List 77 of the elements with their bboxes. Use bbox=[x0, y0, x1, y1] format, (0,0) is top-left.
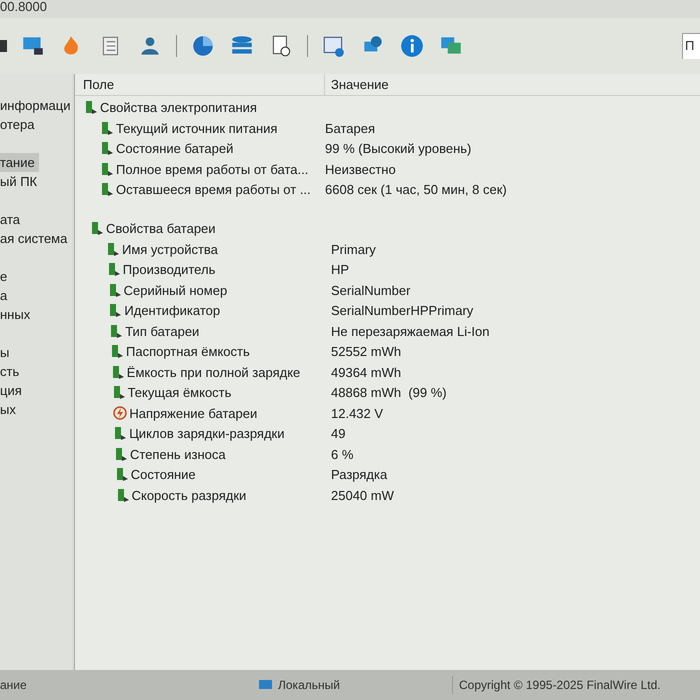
sidebar-item[interactable]: ата bbox=[0, 210, 24, 229]
field-name: Производитель bbox=[122, 261, 216, 279]
computer-icon bbox=[258, 678, 274, 692]
search-field[interactable]: П bbox=[682, 33, 700, 59]
sidebar-item[interactable]: сть bbox=[0, 362, 24, 381]
field-value: 6 % bbox=[330, 446, 354, 464]
sidebar-item[interactable]: ых bbox=[0, 400, 20, 419]
battery-icon bbox=[101, 141, 114, 156]
sidebar-item[interactable]: информаци bbox=[0, 96, 74, 115]
battery-icon bbox=[116, 488, 130, 503]
group-title: Свойства батареи bbox=[106, 220, 216, 238]
field-name: Ёмкость при полной зарядке bbox=[126, 364, 300, 382]
status-text: ание bbox=[0, 677, 28, 694]
field-name: Полное время работы от бата... bbox=[116, 160, 308, 179]
field-value: Батарея bbox=[324, 120, 376, 138]
field-value: Не перезаряжаемая Li-Ion bbox=[330, 322, 490, 341]
field-name: Скорость разрядки bbox=[132, 486, 246, 505]
field-name: Оставшееся время работы от ... bbox=[116, 181, 311, 199]
sidebar-item[interactable]: ы bbox=[0, 343, 14, 362]
battery-icon bbox=[101, 120, 114, 136]
field-value: 48868 mWh (99 %) bbox=[330, 384, 447, 402]
field-name: Серийный номер bbox=[124, 282, 228, 300]
field-name: Имя устройства bbox=[122, 240, 218, 259]
field-value: Разрядка bbox=[330, 466, 388, 484]
battery-icon bbox=[101, 162, 114, 177]
battery-icon bbox=[101, 182, 114, 198]
field-value: 52552 mWh bbox=[330, 343, 402, 361]
battery-icon bbox=[108, 282, 122, 298]
field-name: Идентификатор bbox=[124, 302, 220, 320]
lightning-icon bbox=[113, 406, 128, 420]
sidebar-item[interactable]: е bbox=[0, 267, 12, 286]
column-header[interactable]: Поле bbox=[75, 74, 325, 95]
copyright-text: Copyright © 1995-2025 FinalWire Ltd. bbox=[458, 677, 661, 694]
field-name: Паспортная ёмкость bbox=[126, 343, 250, 361]
field-value: Primary bbox=[330, 240, 376, 259]
field-name: Циклов зарядки-разрядки bbox=[129, 425, 284, 443]
battery-icon bbox=[110, 324, 124, 339]
field-name: Состояние батарей bbox=[116, 140, 234, 158]
field-value: 25040 mW bbox=[330, 486, 394, 504]
battery-icon bbox=[114, 426, 128, 442]
column-header[interactable]: Значение bbox=[325, 74, 389, 95]
field-value: 6608 сек (1 час, 50 мин, 8 сек) bbox=[324, 181, 507, 199]
field-name: Тип батареи bbox=[125, 322, 200, 341]
battery-icon bbox=[111, 344, 124, 360]
sidebar-item[interactable]: отера bbox=[0, 115, 38, 134]
battery-icon bbox=[85, 100, 98, 115]
sidebar-item[interactable]: нных bbox=[0, 305, 34, 324]
field-name: Степень износа bbox=[130, 446, 226, 464]
battery-icon bbox=[108, 262, 121, 278]
field-value: 99 % (Высокий уровень) bbox=[324, 140, 472, 158]
field-value: Неизвестно bbox=[324, 160, 396, 178]
status-text: Локальный bbox=[278, 677, 340, 694]
window-title: 00.8000 bbox=[0, 0, 47, 14]
battery-icon bbox=[115, 446, 128, 462]
sidebar-item[interactable]: ция bbox=[0, 381, 26, 400]
info-icon[interactable] bbox=[399, 33, 425, 59]
field-value: SerialNumberHPPrimary bbox=[330, 302, 474, 320]
field-value: 49364 mWh bbox=[330, 364, 402, 382]
field-name: Текущий источник питания bbox=[116, 120, 278, 138]
battery-icon bbox=[116, 467, 129, 482]
field-name: Напряжение батареи bbox=[129, 404, 258, 423]
battery-icon bbox=[112, 364, 125, 380]
sidebar-item[interactable]: ый ПК bbox=[0, 172, 42, 191]
battery-icon bbox=[91, 221, 104, 236]
field-value: HP bbox=[330, 261, 350, 279]
field-value: 49 bbox=[330, 425, 346, 443]
battery-icon bbox=[107, 242, 120, 257]
sidebar-item[interactable]: а bbox=[0, 286, 12, 305]
battery-icon bbox=[112, 385, 126, 400]
field-name: Текущая ёмкость bbox=[128, 384, 232, 402]
field-value: 12.432 V bbox=[330, 404, 384, 422]
group-title: Свойства электропитания bbox=[100, 98, 257, 117]
field-name: Состояние bbox=[130, 466, 196, 484]
battery-icon bbox=[109, 303, 122, 318]
sidebar-item[interactable]: тание bbox=[0, 153, 39, 172]
field-value: SerialNumber bbox=[330, 282, 410, 300]
sidebar-item[interactable]: ая система bbox=[0, 229, 72, 248]
